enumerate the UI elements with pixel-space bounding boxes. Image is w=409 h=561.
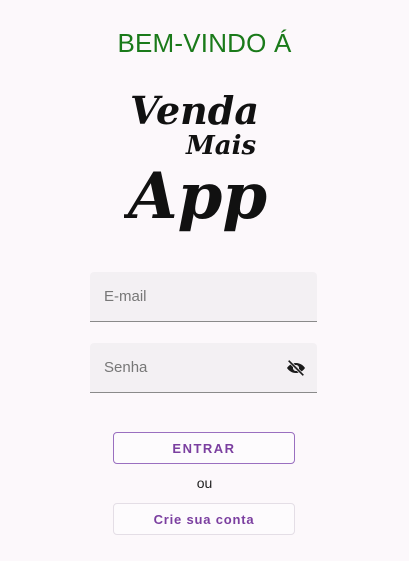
venda-mais-app-logo: Venda Mais App xyxy=(124,88,284,233)
welcome-title: BEM-VINDO Á xyxy=(117,28,292,58)
enter-button[interactable]: ENTRAR xyxy=(113,432,295,464)
email-field[interactable] xyxy=(90,272,317,322)
password-field[interactable] xyxy=(90,343,317,393)
or-separator: ou xyxy=(196,475,213,491)
logo-text-venda: Venda xyxy=(130,88,259,133)
logo-text-app: App xyxy=(124,159,267,233)
eye-off-icon[interactable] xyxy=(285,357,307,379)
email-input[interactable] xyxy=(104,272,274,321)
create-account-button[interactable]: Crie sua conta xyxy=(113,503,295,535)
logo-text-mais: Mais xyxy=(185,131,257,161)
password-input[interactable] xyxy=(104,343,274,392)
